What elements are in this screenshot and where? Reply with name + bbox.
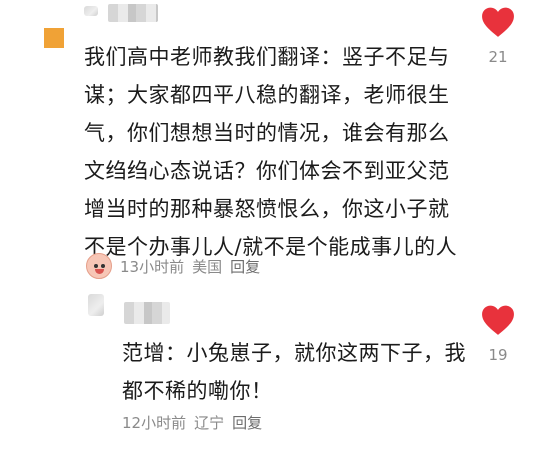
like-count: 19 [488,346,508,364]
timestamp: 13小时前 [120,258,185,276]
emoji-sticker-icon [86,253,112,279]
avatar[interactable] [88,294,104,316]
timestamp: 12小时前 [122,414,187,432]
user-badge [44,28,64,48]
reply-comment: 范增：小兔崽子，就你这两下子，我 都不稀的嘞你！ 12小时前 辽宁 回复 19 [0,290,540,450]
comment-meta: 12小时前 辽宁 回复 [122,412,262,433]
username[interactable] [108,4,158,22]
heart-icon[interactable] [481,304,515,336]
like-button[interactable]: 21 [478,6,518,66]
location: 辽宁 [194,414,225,432]
heart-icon[interactable] [481,6,515,38]
reply-button[interactable]: 回复 [232,412,262,433]
username[interactable] [124,302,170,324]
comment-text: 我们高中老师教我们翻译：竖子不足与 谋；大家都四平八稳的翻译，老师很生 气，你们… [84,45,458,259]
like-count: 21 [488,48,508,66]
avatar[interactable] [84,6,98,16]
comment-meta: 13小时前 美国 回复 [120,256,260,277]
location: 美国 [192,258,223,276]
comment: 我们高中老师教我们翻译：竖子不足与 谋；大家都四平八稳的翻译，老师很生 气，你们… [0,0,540,290]
like-button[interactable]: 19 [478,304,518,364]
reply-button[interactable]: 回复 [230,256,260,277]
comment-text: 范增：小兔崽子，就你这两下子，我 都不稀的嘞你！ [122,341,466,403]
